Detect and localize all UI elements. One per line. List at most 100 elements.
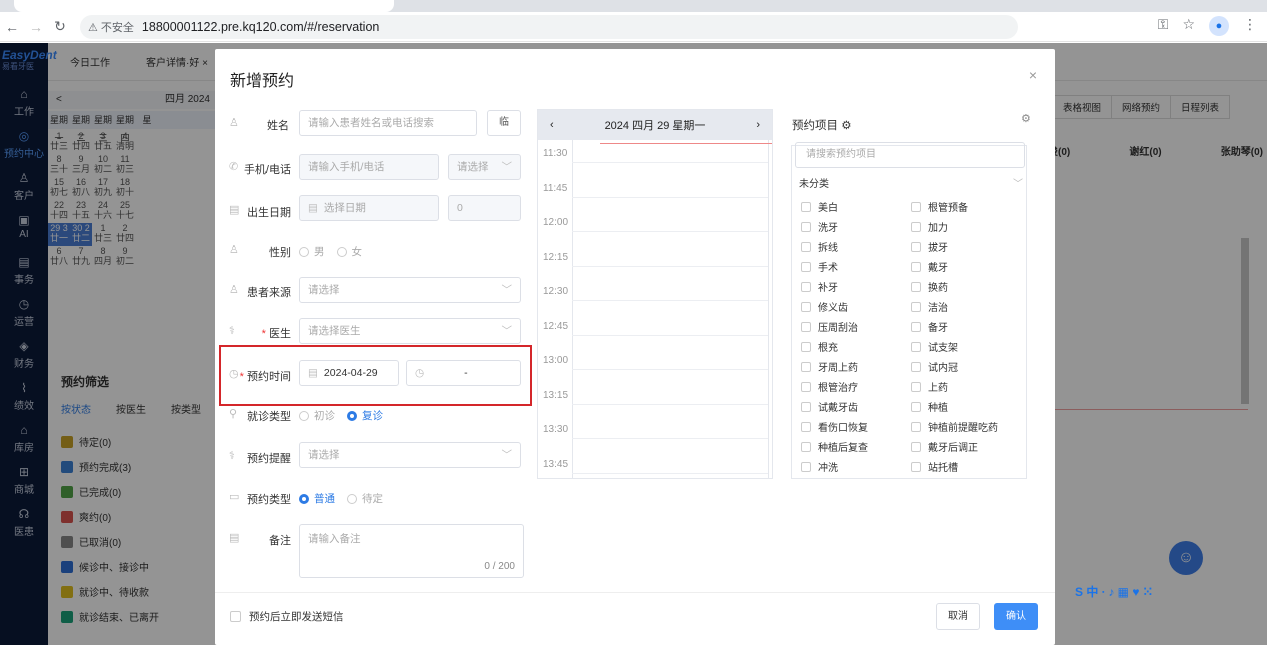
note-textarea[interactable]: 请输入备注 0 / 200 xyxy=(299,524,524,578)
project-category[interactable]: 未分类 ﹀ xyxy=(799,175,1023,190)
checkbox-box[interactable] xyxy=(801,261,811,272)
checkbox-box[interactable] xyxy=(911,461,921,472)
name-search-input[interactable]: 请输入患者姓名或电话搜索 xyxy=(299,110,477,136)
checkbox-box[interactable] xyxy=(911,401,921,412)
checkbox-box[interactable] xyxy=(911,341,921,352)
checkbox-box[interactable] xyxy=(801,401,811,412)
reservation-time-range-input[interactable]: ◷ - xyxy=(406,360,521,386)
project-search-input[interactable]: 请搜索预约项目 xyxy=(795,142,1025,168)
project-checkbox[interactable]: 拔牙 xyxy=(911,239,948,254)
temp-patient-button[interactable]: 临 xyxy=(487,110,521,136)
browser-menu-icon[interactable]: ⋮ xyxy=(1243,16,1257,36)
checkbox-box[interactable] xyxy=(801,341,811,352)
project-checkbox[interactable]: 修义齿 xyxy=(801,299,848,314)
bookmark-star-icon[interactable]: ☆ xyxy=(1182,16,1195,36)
project-checkbox[interactable]: 压周刮治 xyxy=(801,319,858,334)
checkbox-box[interactable] xyxy=(801,421,811,432)
checkbox-box[interactable] xyxy=(911,301,921,312)
gear-icon[interactable]: ⚙ xyxy=(1021,112,1031,125)
type-normal-radio[interactable]: 普通 xyxy=(299,491,335,506)
project-checkbox[interactable]: 上药 xyxy=(911,379,948,394)
checkbox-box[interactable] xyxy=(801,241,811,252)
gender-female-radio[interactable]: 女 xyxy=(336,244,362,259)
gender-male-radio[interactable]: 男 xyxy=(299,244,325,259)
source-select[interactable]: 请选择 ﹀ xyxy=(299,277,521,303)
next-day-icon[interactable]: › xyxy=(756,119,760,131)
project-label: 洗牙 xyxy=(818,223,838,234)
birth-date-input[interactable]: ▤ 选择日期 xyxy=(299,195,439,221)
project-checkbox[interactable]: 试支架 xyxy=(911,339,958,354)
project-checkbox[interactable]: 根管治疗 xyxy=(801,379,858,394)
project-checkbox[interactable]: 换药 xyxy=(911,279,948,294)
browser-active-tab[interactable] xyxy=(14,0,394,12)
reload-icon[interactable]: ↻ xyxy=(48,18,72,35)
checkbox-box[interactable] xyxy=(801,441,811,452)
ime-toolbar[interactable]: S 中 ∙ ♪ ▦ ♥ ⁙ xyxy=(1075,583,1153,600)
project-checkbox[interactable]: 备牙 xyxy=(911,319,948,334)
send-sms-checkbox[interactable]: 预约后立即发送短信 xyxy=(230,609,344,624)
checkbox-box[interactable] xyxy=(801,301,811,312)
schedule-body[interactable]: 11:30 11:45 12:00 12:15 12:30 12:45 13:00 13:15… xyxy=(538,140,772,478)
settings-gear-icon[interactable]: ⚙ xyxy=(841,120,851,132)
checkbox-box[interactable] xyxy=(801,361,811,372)
checkbox-box[interactable] xyxy=(911,221,921,232)
clock-icon: ◷ xyxy=(415,367,425,379)
checkbox-box[interactable] xyxy=(911,361,921,372)
confirm-button[interactable]: 确认 xyxy=(994,603,1038,630)
checkbox-box[interactable] xyxy=(911,381,921,392)
project-checkbox[interactable]: 补牙 xyxy=(801,279,838,294)
checkbox-box[interactable] xyxy=(911,441,921,452)
forward-icon[interactable]: → xyxy=(24,19,48,35)
prev-day-icon[interactable]: ‹ xyxy=(550,119,554,131)
checkbox-box[interactable] xyxy=(801,321,811,332)
project-checkbox[interactable]: 拆线 xyxy=(801,239,838,254)
project-checkbox[interactable]: 洁治 xyxy=(911,299,948,314)
project-checkbox[interactable]: 牙周上药 xyxy=(801,359,858,374)
project-checkbox[interactable]: 钟植前提醒吃药 xyxy=(911,419,998,434)
cancel-button[interactable]: 取消 xyxy=(936,603,980,630)
project-checkbox[interactable]: 根管预备 xyxy=(911,199,968,214)
project-checkbox[interactable]: 试内冠 xyxy=(911,359,958,374)
checkbox-box[interactable] xyxy=(801,381,811,392)
visit-return-radio[interactable]: 复诊 xyxy=(347,408,383,423)
project-checkbox[interactable]: 种植 xyxy=(911,399,948,414)
chevron-down-icon: ﹀ xyxy=(501,449,513,461)
project-checkbox[interactable]: 戴牙后调正 xyxy=(911,439,978,454)
checkbox-box[interactable] xyxy=(801,201,811,212)
checkbox-box[interactable] xyxy=(911,321,921,332)
project-checkbox[interactable]: 手术 xyxy=(801,259,838,274)
checkbox-box[interactable] xyxy=(801,281,811,292)
checkbox-box[interactable] xyxy=(911,421,921,432)
remind-select[interactable]: 请选择 ﹀ xyxy=(299,442,521,468)
project-checkbox[interactable]: 美白 xyxy=(801,199,838,214)
checkbox-box[interactable] xyxy=(801,461,811,472)
project-checkbox[interactable]: 试戴牙齿 xyxy=(801,399,858,414)
checkbox-box[interactable] xyxy=(911,261,921,272)
checkbox-box[interactable] xyxy=(911,201,921,212)
doctor-select[interactable]: 请选择医生 ﹀ xyxy=(299,318,521,344)
checkbox-box[interactable] xyxy=(911,281,921,292)
phone-type-select[interactable]: 请选择 ﹀ xyxy=(448,154,521,180)
checkbox-box[interactable] xyxy=(911,241,921,252)
security-warning[interactable]: ⚠ 不安全 xyxy=(88,19,134,35)
phone-input[interactable]: 请输入手机/电话 xyxy=(299,154,439,180)
back-icon[interactable]: ← xyxy=(0,19,24,35)
age-input[interactable]: 0 xyxy=(448,195,521,221)
project-checkbox[interactable]: 根充 xyxy=(801,339,838,354)
project-checkbox[interactable]: 种植后复查 xyxy=(801,439,868,454)
profile-avatar-icon[interactable]: ● xyxy=(1209,16,1229,36)
visit-first-radio[interactable]: 初诊 xyxy=(299,408,335,423)
project-checkbox[interactable]: 看伤口恢复 xyxy=(801,419,868,434)
reservation-date-input[interactable]: ▤ 2024-04-29 xyxy=(299,360,399,386)
checkbox-box[interactable] xyxy=(801,221,811,232)
project-checkbox[interactable]: 戴牙 xyxy=(911,259,948,274)
schedule-time-label: 12:30 xyxy=(543,286,569,297)
password-key-icon[interactable]: ⚿ xyxy=(1158,16,1169,36)
project-checkbox[interactable]: 站托槽 xyxy=(911,459,958,474)
close-icon[interactable]: × xyxy=(1029,67,1037,83)
project-checkbox[interactable]: 洗牙 xyxy=(801,219,838,234)
type-pending-radio[interactable]: 待定 xyxy=(347,491,383,506)
address-bar[interactable]: ⚠ 不安全 18800001122.pre.kq120.com/#/reserv… xyxy=(80,14,1018,39)
project-checkbox[interactable]: 冲洗 xyxy=(801,459,838,474)
project-checkbox[interactable]: 加力 xyxy=(911,219,948,234)
